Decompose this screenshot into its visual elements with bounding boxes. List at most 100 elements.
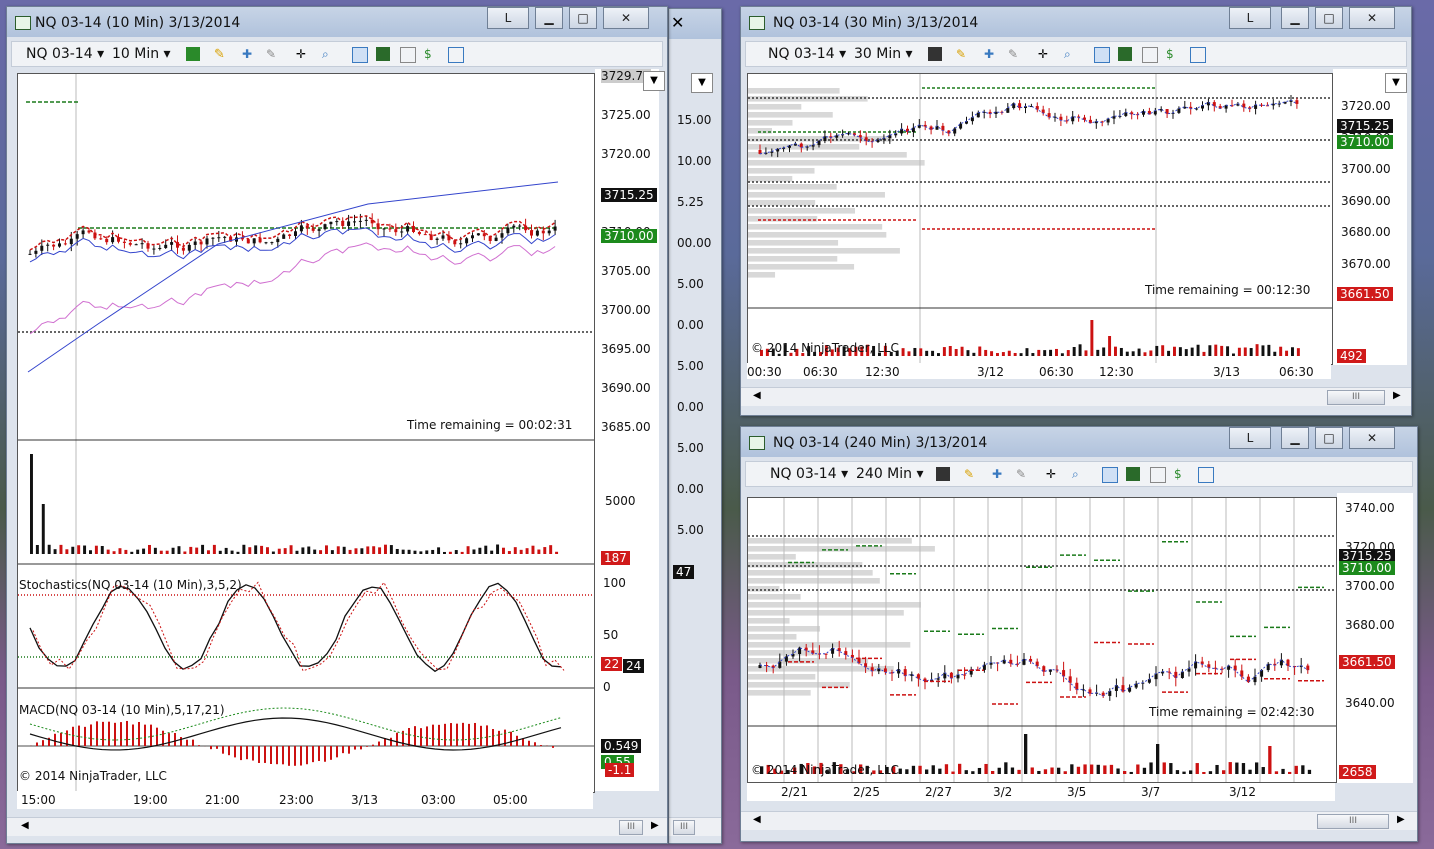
candle: [906, 125, 909, 135]
close-icon[interactable]: ✕: [1349, 427, 1395, 449]
indicators-icon[interactable]: [1118, 47, 1132, 61]
volume-bar: [41, 504, 45, 554]
strategies-icon[interactable]: [400, 47, 416, 63]
period-selector[interactable]: 10 Min ▾: [112, 46, 171, 62]
scroll-right-icon[interactable]: ▶: [1393, 390, 1401, 401]
bar-style-icon[interactable]: [936, 467, 950, 481]
crosshair-icon[interactable]: ✛: [1046, 467, 1060, 481]
volume-bar: [1162, 762, 1166, 774]
scroll-left-icon[interactable]: ◀: [753, 814, 761, 825]
bar-style-icon[interactable]: [186, 47, 200, 61]
indicators-icon[interactable]: [1126, 467, 1140, 481]
instrument-selector[interactable]: NQ 03-14 ▾: [26, 46, 104, 62]
volume-bar: [537, 549, 541, 554]
horizontal-scrollbar[interactable]: ◀ III ▶: [7, 817, 667, 836]
volume-bar: [1249, 348, 1253, 356]
volume-bar: [1125, 351, 1129, 356]
scroll-thumb[interactable]: III: [673, 820, 695, 835]
chart-toolbar: NQ 03-14 ▾ 10 Min ▾ ✎ ✚ ✎ ✛ ⌕ $: [11, 41, 663, 67]
titlebar[interactable]: NQ 03-14 (240 Min) 3/13/2014 L ▁ □ ✕: [741, 427, 1417, 457]
dollar-icon[interactable]: $: [424, 47, 438, 61]
volume-bar: [1137, 348, 1141, 356]
volume-bar: [951, 771, 955, 774]
period-selector[interactable]: 240 Min ▾: [856, 466, 924, 482]
draw-plus-icon[interactable]: ✚: [242, 47, 256, 61]
properties-icon[interactable]: [448, 47, 464, 63]
minimize-icon[interactable]: ▁: [1281, 7, 1309, 29]
draw-plus-icon[interactable]: ✚: [992, 467, 1006, 481]
data-box-icon[interactable]: [1094, 47, 1110, 63]
dollar-icon[interactable]: $: [1174, 467, 1188, 481]
volume-bar: [1149, 762, 1153, 774]
maximize-icon[interactable]: □: [1315, 7, 1343, 29]
dollar-icon[interactable]: $: [1166, 47, 1180, 61]
time-axis-label: 3/12: [977, 365, 1004, 379]
minimize-icon[interactable]: ▁: [1281, 427, 1309, 449]
price-plot[interactable]: [747, 497, 1337, 783]
instrument-selector[interactable]: NQ 03-14 ▾: [768, 46, 846, 62]
scroll-thumb[interactable]: III: [1317, 814, 1389, 829]
draw-plus-icon[interactable]: ✚: [984, 47, 998, 61]
indicators-icon[interactable]: [376, 47, 390, 61]
properties-icon[interactable]: [1198, 467, 1214, 483]
macd-histogram-bar: [60, 732, 62, 746]
data-box-icon[interactable]: [1102, 467, 1118, 483]
pencil-icon[interactable]: ✎: [956, 47, 970, 61]
candle: [1075, 677, 1079, 695]
strategies-icon[interactable]: [1150, 467, 1166, 483]
instrument-selector[interactable]: NQ 03-14 ▾: [770, 466, 848, 482]
strategies-icon[interactable]: [1142, 47, 1158, 63]
link-button[interactable]: L: [487, 7, 529, 29]
zoom-icon[interactable]: ⌕: [322, 47, 336, 61]
volume-bar: [1175, 770, 1180, 774]
eraser-icon[interactable]: ✎: [266, 47, 280, 61]
time-axis-label: 03:00: [421, 793, 456, 807]
price-plot[interactable]: [747, 73, 1333, 365]
crosshair-icon[interactable]: ✛: [1038, 47, 1052, 61]
scroll-left-icon[interactable]: ◀: [753, 390, 761, 401]
volume-profile-bar: [748, 240, 839, 246]
candle: [447, 231, 451, 244]
background-scrollbar[interactable]: III: [669, 817, 721, 836]
zoom-icon[interactable]: ⌕: [1072, 467, 1086, 481]
price-plot[interactable]: [17, 73, 595, 793]
price-tick-label: 3680.00: [1345, 618, 1395, 632]
crosshair-icon[interactable]: ✛: [296, 47, 310, 61]
link-button[interactable]: L: [1229, 427, 1271, 449]
maximize-icon[interactable]: □: [569, 7, 597, 29]
volume-bar: [978, 346, 982, 356]
titlebar[interactable]: NQ 03-14 (10 Min) 3/13/2014 L ▁ □ ✕: [7, 7, 667, 37]
maximize-icon[interactable]: □: [1315, 427, 1343, 449]
link-button[interactable]: L: [1229, 7, 1271, 29]
period-selector[interactable]: 30 Min ▾: [854, 46, 913, 62]
time-remaining: Time remaining = 00:02:31: [407, 418, 573, 432]
data-box-icon[interactable]: [352, 47, 368, 63]
scroll-right-icon[interactable]: ▶: [1397, 814, 1405, 825]
close-icon[interactable]: ✕: [671, 13, 684, 32]
macd-histogram-bar: [156, 727, 158, 746]
panel-dropdown[interactable]: ▼: [1385, 73, 1407, 93]
scroll-thumb[interactable]: III: [619, 820, 643, 835]
eraser-icon[interactable]: ✎: [1008, 47, 1022, 61]
close-icon[interactable]: ✕: [603, 7, 649, 29]
horizontal-scrollbar[interactable]: ◀ III ▶: [741, 811, 1417, 830]
horizontal-scrollbar[interactable]: ◀ III ▶: [741, 387, 1411, 406]
volume-bar: [212, 544, 216, 554]
zoom-icon[interactable]: ⌕: [1064, 47, 1078, 61]
minimize-icon[interactable]: ▁: [535, 7, 563, 29]
titlebar[interactable]: NQ 03-14 (30 Min) 3/13/2014 L ▁ □ ✕: [741, 7, 1411, 37]
panel-dropdown[interactable]: ▼: [643, 71, 665, 91]
eraser-icon[interactable]: ✎: [1016, 467, 1030, 481]
price-tick-label: 3720.00: [1341, 99, 1391, 113]
macd-tag: -1.1: [605, 763, 635, 777]
background-dropdown[interactable]: ▼: [691, 73, 713, 93]
scroll-right-icon[interactable]: ▶: [651, 820, 659, 831]
scroll-left-icon[interactable]: ◀: [21, 820, 29, 831]
pencil-icon[interactable]: ✎: [964, 467, 978, 481]
close-icon[interactable]: ✕: [1349, 7, 1395, 29]
chart-svg: [748, 498, 1336, 782]
properties-icon[interactable]: [1190, 47, 1206, 63]
bar-style-icon[interactable]: [928, 47, 942, 61]
pencil-icon[interactable]: ✎: [214, 47, 228, 62]
scroll-thumb[interactable]: III: [1327, 390, 1385, 405]
